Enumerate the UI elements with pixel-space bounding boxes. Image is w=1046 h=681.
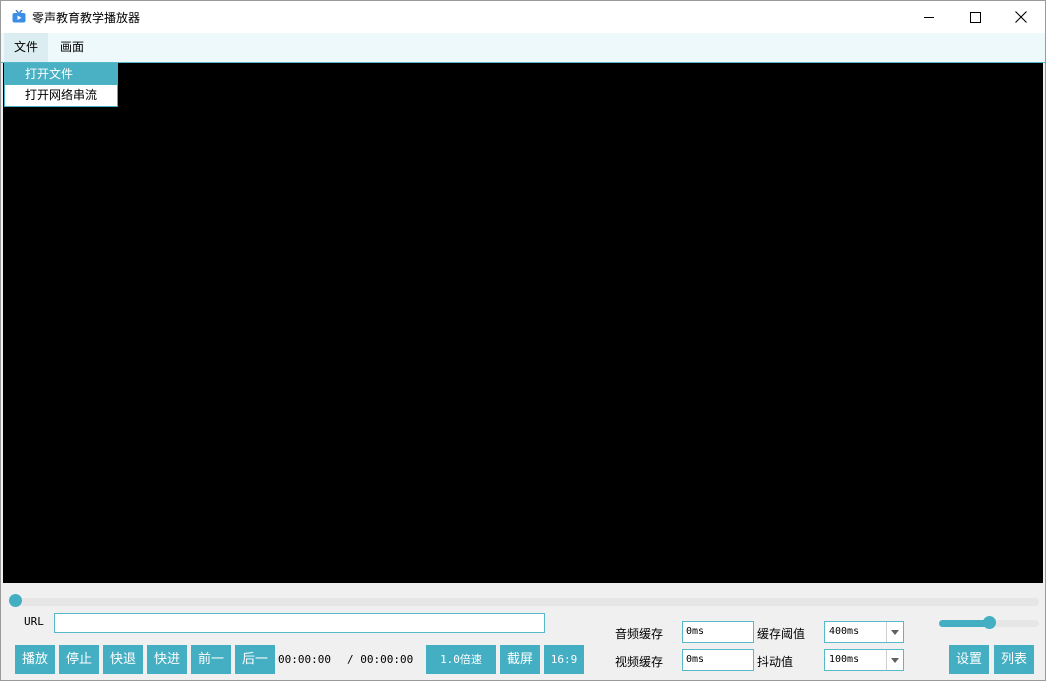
- minimize-button[interactable]: [906, 1, 952, 33]
- previous-button[interactable]: 前一: [191, 645, 231, 674]
- video-buffer-label: 视频缓存: [615, 655, 664, 669]
- menu-item-open-file[interactable]: 打开文件: [5, 64, 117, 85]
- minimize-icon: [923, 12, 935, 23]
- playlist-button[interactable]: 列表: [994, 645, 1034, 674]
- aspect-ratio-button[interactable]: 16:9: [544, 645, 584, 674]
- control-panel: URL 播放 停止 快退 快进 前一 后一 00:00:00 / 00:00:0…: [3, 583, 1043, 679]
- chevron-down-icon[interactable]: [886, 650, 903, 670]
- stop-button[interactable]: 停止: [59, 645, 99, 674]
- volume-handle[interactable]: [983, 616, 996, 629]
- maximize-icon: [969, 11, 981, 23]
- menu-view[interactable]: 画面: [50, 33, 94, 62]
- jitter-label: 抖动值: [757, 655, 794, 669]
- buffer-threshold-select[interactable]: 400ms: [824, 621, 904, 643]
- screenshot-button[interactable]: 截屏: [500, 645, 540, 674]
- play-button[interactable]: 播放: [15, 645, 55, 674]
- window-title: 零声教育教学播放器: [32, 11, 141, 25]
- next-button[interactable]: 后一: [235, 645, 275, 674]
- jitter-select[interactable]: 100ms: [824, 649, 904, 671]
- audio-buffer-label: 音频缓存: [615, 627, 664, 641]
- chevron-down-icon[interactable]: [886, 622, 903, 642]
- maximize-button[interactable]: [952, 1, 998, 33]
- file-menu-dropdown: 打开文件 打开网络串流: [4, 63, 118, 107]
- progress-handle[interactable]: [9, 594, 22, 607]
- video-display[interactable]: [3, 63, 1043, 583]
- video-buffer-field[interactable]: 0ms: [682, 649, 754, 671]
- close-button[interactable]: [998, 1, 1044, 33]
- menu-bar: 文件 画面: [1, 33, 1045, 63]
- fast-forward-button[interactable]: 快进: [147, 645, 187, 674]
- url-input[interactable]: [54, 613, 545, 633]
- settings-button[interactable]: 设置: [949, 645, 989, 674]
- menu-file[interactable]: 文件: [4, 33, 49, 62]
- speed-button[interactable]: 1.0倍速: [426, 645, 496, 674]
- player-window: 零声教育教学播放器 文件 画面 打开文件 打开网络串流 URL 播放 停止 快退…: [0, 0, 1046, 681]
- volume-fill: [939, 620, 989, 627]
- rewind-button[interactable]: 快退: [103, 645, 143, 674]
- buffer-threshold-value: 400ms: [829, 626, 860, 637]
- menu-item-open-network-stream[interactable]: 打开网络串流: [5, 85, 117, 106]
- url-label: URL: [24, 615, 44, 628]
- audio-buffer-field[interactable]: 0ms: [682, 621, 754, 643]
- current-time: 00:00:00: [278, 653, 331, 666]
- tv-app-icon: [12, 9, 26, 23]
- progress-track[interactable]: [15, 598, 1039, 606]
- buffer-threshold-label: 缓存阈值: [757, 627, 806, 641]
- close-icon: [1015, 11, 1027, 23]
- total-time: / 00:00:00: [347, 653, 414, 666]
- jitter-value: 100ms: [829, 654, 860, 665]
- title-bar[interactable]: 零声教育教学播放器: [1, 1, 1045, 33]
